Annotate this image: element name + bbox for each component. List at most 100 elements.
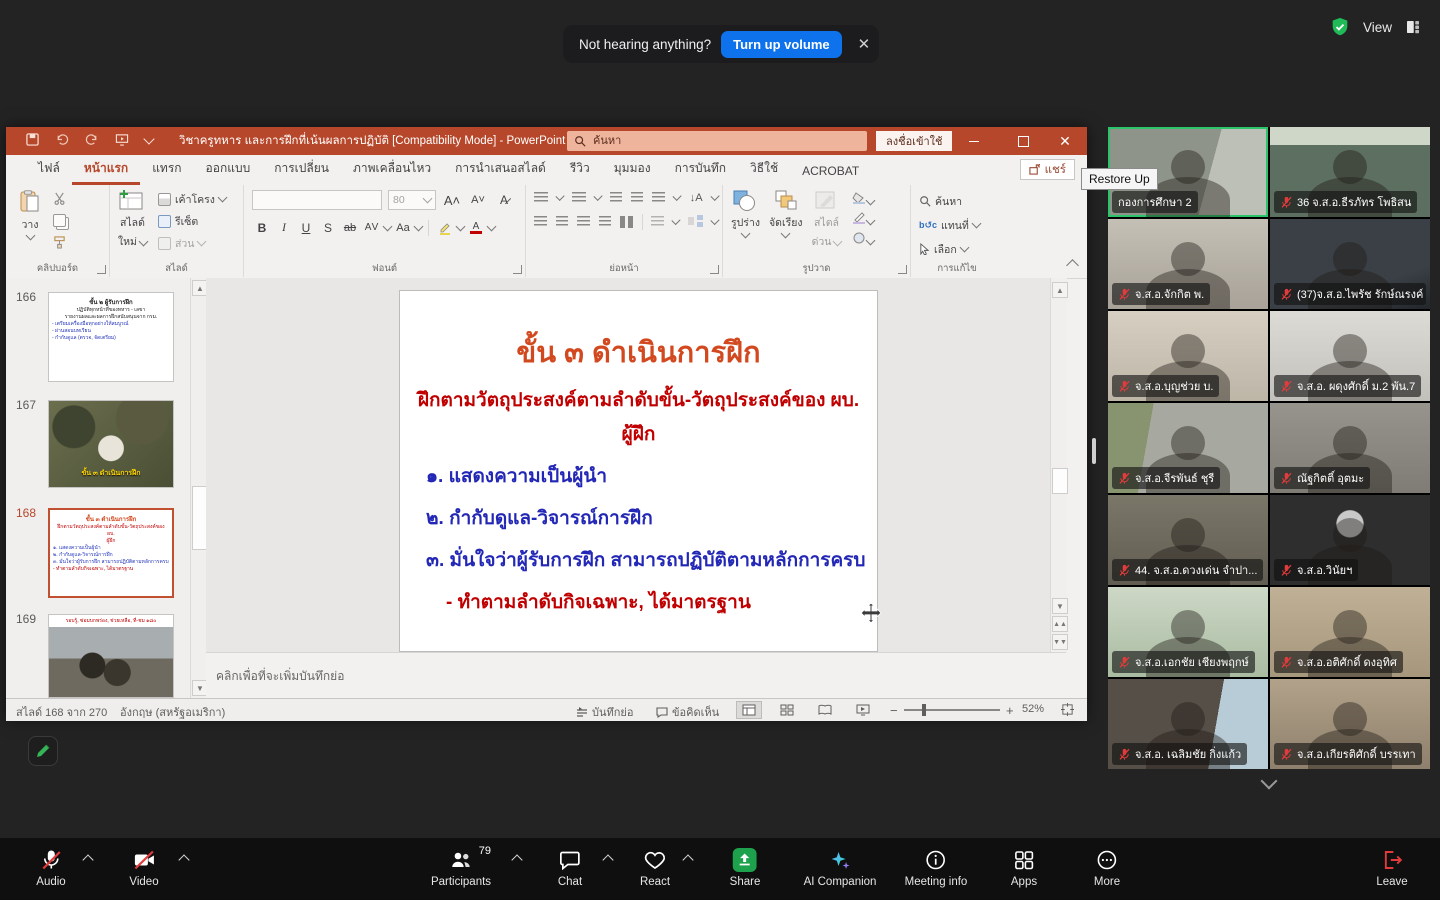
- collapse-ribbon-icon[interactable]: [1066, 259, 1079, 272]
- share-button[interactable]: Share: [724, 847, 767, 889]
- toast-close-icon[interactable]: ✕: [852, 33, 877, 55]
- ppt-search-box[interactable]: [567, 131, 867, 151]
- align-right-icon[interactable]: [577, 216, 590, 228]
- more-button[interactable]: More: [1088, 847, 1126, 889]
- thumbnail-slide-168[interactable]: ขั้น ๓ ดำเนินการฝึก ฝึกตามวัตถุประสงค์ตา…: [48, 508, 174, 598]
- participant-video[interactable]: จ.ส.อ.จักกิต พ.: [1108, 219, 1268, 309]
- participants-button[interactable]: 79 Participants: [425, 847, 497, 889]
- minimize-button[interactable]: [952, 127, 996, 155]
- security-shield-icon[interactable]: [1329, 16, 1351, 38]
- shapes-button[interactable]: รูปร่าง: [731, 190, 760, 237]
- participant-video[interactable]: 44. จ.ส.อ.ดวงเด่น จำปา...: [1108, 495, 1268, 585]
- gallery-view-icon[interactable]: [1404, 18, 1422, 36]
- zoom-in-button[interactable]: +: [1006, 703, 1014, 718]
- previous-slide-icon[interactable]: ▲▲: [1052, 616, 1068, 632]
- format-painter-icon[interactable]: [53, 236, 66, 252]
- meeting-info-button[interactable]: Meeting info: [899, 847, 974, 889]
- slide-sorter-view-button[interactable]: [774, 701, 800, 719]
- bullets-icon[interactable]: [534, 192, 548, 204]
- justify-icon[interactable]: [599, 216, 612, 228]
- italic-button[interactable]: I: [274, 218, 294, 237]
- drawing-dialog-launcher[interactable]: [898, 265, 907, 274]
- participant-video[interactable]: 36 จ.ส.อ.ธีรภัทร โพธิสน: [1270, 127, 1430, 217]
- font-color-icon[interactable]: A: [466, 218, 486, 237]
- shape-fill-icon[interactable]: [852, 192, 874, 207]
- participant-video[interactable]: จ.ส.อ.วินัยฯ: [1270, 495, 1430, 585]
- save-icon[interactable]: [26, 133, 39, 149]
- slideshow-view-button[interactable]: [850, 701, 876, 719]
- replace-button[interactable]: b↺cแทนที่: [919, 216, 980, 234]
- thumbnail-slide-166[interactable]: ขั้น ๒ ผู้รับการฝึก ปฏิบัติทุกหน้าที่ของ…: [48, 292, 174, 382]
- layout-button[interactable]: เค้าโครง: [158, 190, 226, 208]
- tab-help[interactable]: วิธีใช้: [738, 153, 790, 185]
- thumb-scrollbar[interactable]: [192, 486, 207, 550]
- tab-view[interactable]: มุมมอง: [602, 153, 663, 185]
- tab-transitions[interactable]: การเปลี่ยน: [262, 153, 341, 185]
- video-options-caret[interactable]: [174, 852, 190, 866]
- increase-indent-icon[interactable]: [631, 192, 643, 204]
- align-center-icon[interactable]: [556, 216, 569, 228]
- sign-in-button[interactable]: ลงชื่อเข้าใช้: [876, 131, 952, 151]
- ai-companion-button[interactable]: AI Companion: [798, 847, 883, 889]
- text-direction-icon[interactable]: ↓A: [690, 192, 703, 204]
- align-text-icon[interactable]: [651, 216, 664, 228]
- arrange-button[interactable]: จัดเรียง: [769, 190, 802, 237]
- thumbnail-slide-169[interactable]: รอบรู้, ซ่อมบกพร่อง, ช่วยเหลือ, ที่-ชม ๑…: [48, 614, 174, 698]
- paragraph-dialog-launcher[interactable]: [710, 265, 719, 274]
- participant-video[interactable]: (37)จ.ส.อ.ไพรัช รักษ์ณรงค์: [1270, 219, 1430, 309]
- tab-animations[interactable]: ภาพเคลื่อนไหว: [341, 153, 443, 185]
- highlight-color-icon[interactable]: [435, 218, 455, 237]
- canvas-scroll-up-icon[interactable]: ▲: [1052, 282, 1068, 298]
- participant-video[interactable]: ณัฐกิตติ์ อุตมะ: [1270, 403, 1430, 493]
- paste-button[interactable]: วาง: [20, 190, 40, 239]
- participant-video[interactable]: จ.ส.อ.เอกชัย เชียงพฤกษ์: [1108, 587, 1268, 677]
- search-input[interactable]: [591, 134, 835, 148]
- participant-video[interactable]: จ.ส.อ.อติศักดิ์ ดงอุทิศ: [1270, 587, 1430, 677]
- canvas-scrollbar[interactable]: [1052, 468, 1068, 494]
- reading-view-button[interactable]: [812, 701, 838, 719]
- copy-icon[interactable]: [53, 214, 66, 230]
- comments-toggle[interactable]: ข้อคิดเห็น: [656, 703, 719, 721]
- notes-pane[interactable]: คลิกเพื่อที่จะเพิ่มบันทึกย่อ: [206, 652, 1066, 699]
- select-button[interactable]: เลือก: [919, 240, 980, 258]
- view-button[interactable]: View: [1363, 20, 1392, 35]
- zoom-slider[interactable]: [904, 709, 1000, 711]
- participant-video[interactable]: จ.ส.อ. ผดุงศักดิ์ ม.2 พัน.7: [1270, 311, 1430, 401]
- participant-video[interactable]: จ.ส.อ. เฉลิมชัย กิ่งแก้ว: [1108, 679, 1268, 769]
- zoom-percentage[interactable]: 52%: [1022, 703, 1044, 715]
- quick-styles-button[interactable]: สไตล์ ด่วน: [812, 190, 842, 250]
- panel-resize-handle[interactable]: [1092, 438, 1096, 464]
- line-spacing-icon[interactable]: [652, 192, 666, 204]
- undo-icon[interactable]: [55, 133, 69, 149]
- redo-icon[interactable]: [85, 133, 99, 149]
- participant-video[interactable]: จ.ส.อ.เกียรติศักดิ์ บรรเทา: [1270, 679, 1430, 769]
- columns-icon[interactable]: [620, 216, 633, 228]
- fit-to-window-icon[interactable]: [1054, 700, 1080, 718]
- maximize-button[interactable]: [1001, 127, 1045, 155]
- close-button[interactable]: ✕: [1043, 127, 1087, 155]
- participants-options-caret[interactable]: [507, 852, 523, 866]
- participant-video[interactable]: จ.ส.อ.จีรพันธ์ ชุรี: [1108, 403, 1268, 493]
- tab-insert[interactable]: แทรก: [140, 153, 193, 185]
- tab-recording[interactable]: การบันทึก: [663, 153, 738, 185]
- notes-toggle[interactable]: บันทึกย่อ: [576, 703, 633, 721]
- shape-outline-icon[interactable]: [852, 212, 874, 227]
- slideshow-icon[interactable]: [115, 133, 129, 149]
- quick-access-caret-icon[interactable]: [143, 133, 154, 144]
- next-slide-icon[interactable]: ▼▼: [1052, 634, 1068, 650]
- apps-button[interactable]: Apps: [1005, 847, 1043, 889]
- language-status[interactable]: อังกฤษ (สหรัฐอเมริกา): [120, 703, 225, 721]
- decrease-font-icon[interactable]: A˅: [468, 191, 488, 210]
- zoom-slider-thumb[interactable]: [922, 704, 926, 716]
- turn-up-volume-button[interactable]: Turn up volume: [721, 31, 842, 58]
- character-spacing-button[interactable]: AV: [362, 218, 382, 237]
- tab-file[interactable]: ไฟล์: [26, 153, 72, 185]
- smartart-convert-icon[interactable]: [688, 215, 703, 230]
- clear-formatting-icon[interactable]: A̷: [494, 191, 514, 210]
- decrease-indent-icon[interactable]: [610, 192, 622, 204]
- react-options-caret[interactable]: [678, 852, 694, 866]
- chat-button[interactable]: Chat: [552, 847, 588, 889]
- font-name-select[interactable]: [252, 190, 382, 210]
- normal-view-button[interactable]: [736, 701, 762, 719]
- find-button[interactable]: ค้นหา: [919, 192, 980, 210]
